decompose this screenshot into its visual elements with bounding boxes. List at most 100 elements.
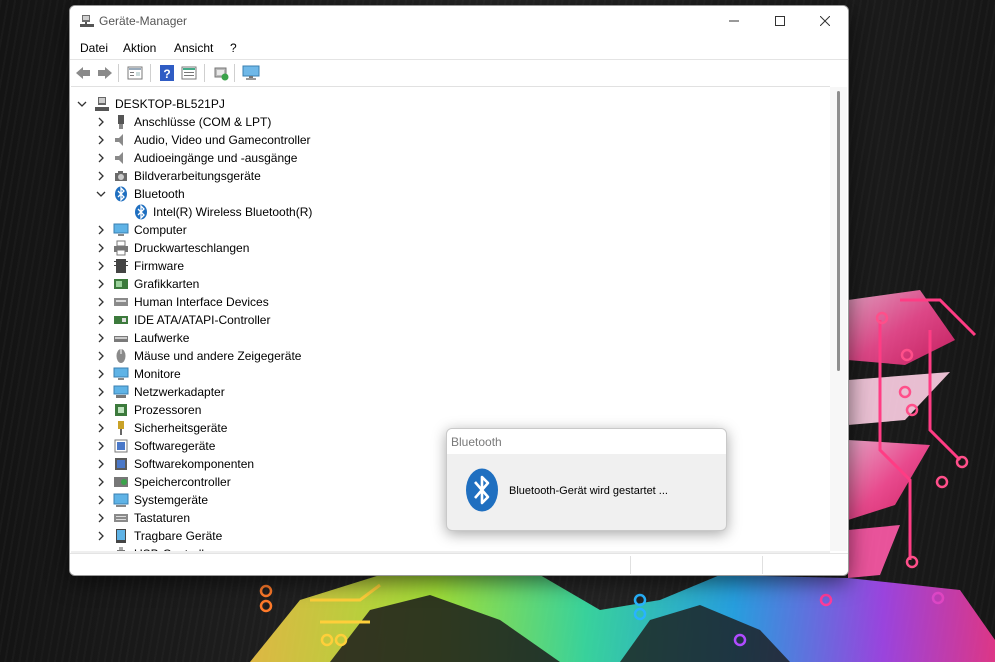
scan-hardware-button[interactable] [212,64,230,82]
tree-category-item[interactable]: Bluetooth [71,185,811,203]
tree-root-label: DESKTOP-BL521PJ [115,97,225,111]
tree-item-label: Computer [134,223,187,237]
properties-view-icon [127,66,143,80]
minimize-button[interactable] [711,6,757,36]
tree-item-label: Audioeingänge und -ausgänge [134,151,298,165]
monitor-icon [113,367,129,380]
forward-button[interactable] [96,64,114,82]
back-button[interactable] [74,64,92,82]
window-title: Geräte-Manager [99,14,188,28]
tree-category-item[interactable]: Human Interface Devices [71,293,811,311]
tree-category-item[interactable]: IDE ATA/ATAPI-Controller [71,311,811,329]
chevron-right-icon[interactable] [96,297,106,307]
tree-item-label: Netzwerkadapter [134,385,225,399]
chevron-right-icon[interactable] [96,225,106,235]
tree-category-item[interactable]: Grafikkarten [71,275,811,293]
firmware-icon [114,259,128,273]
processor-icon [115,404,127,416]
scrollbar-thumb[interactable] [837,91,840,371]
tree-category-item[interactable]: Anschlüsse (COM & LPT) [71,113,811,131]
chevron-right-icon[interactable] [96,495,106,505]
portable-device-icon [116,529,126,543]
vertical-scrollbar[interactable] [830,87,847,551]
tree-item-label: Grafikkarten [134,277,200,291]
chevron-right-icon[interactable] [96,513,106,523]
storage-controller-icon [114,477,128,487]
toolbar-separator [150,64,151,82]
chevron-right-icon[interactable] [96,531,106,541]
tree-category-item[interactable]: Netzwerkadapter [71,383,811,401]
tree-category-item[interactable]: Firmware [71,257,811,275]
keyboard-icon [114,514,128,522]
chevron-right-icon[interactable] [96,477,106,487]
tree-item-label: Speichercontroller [134,475,231,489]
chevron-right-icon[interactable] [96,117,106,127]
tree-item-label: Softwarekomponenten [134,457,255,471]
properties-view-button[interactable] [126,64,144,82]
chevron-right-icon[interactable] [96,315,106,325]
chevron-down-icon[interactable] [96,189,106,199]
software-component-icon [115,458,127,470]
tree-category-item[interactable]: Bildverarbeitungsgeräte [71,167,811,185]
tree-category-item[interactable]: Monitore [71,365,811,383]
notification-header: Bluetooth [447,429,726,454]
notification-title: Bluetooth [451,435,502,449]
tree-category-item[interactable]: Audio, Video und Gamecontroller [71,131,811,149]
close-button[interactable] [802,6,848,36]
bluetooth-icon [135,204,147,220]
help-icon: ? [160,65,174,81]
tree-category-item[interactable]: Mäuse und andere Zeigegeräte [71,347,811,365]
tree-root[interactable]: DESKTOP-BL521PJ [71,95,811,113]
help-button[interactable]: ? [158,64,176,82]
svg-text:?: ? [163,67,170,81]
maximize-icon [775,16,785,26]
chevron-right-icon[interactable] [96,333,106,343]
notification-message: Bluetooth-Gerät wird gestartet ... [509,485,668,497]
toolbar-separator [204,64,205,82]
tree-device-item[interactable]: Intel(R) Wireless Bluetooth(R) [71,203,811,221]
menu-datei[interactable]: Datei [76,39,112,57]
menu-ansicht[interactable]: Ansicht [170,39,217,57]
toolbar: ? [70,59,848,86]
tree-category-item[interactable]: Laufwerke [71,329,811,347]
tree-item-label: Human Interface Devices [134,295,269,309]
menu-aktion[interactable]: Aktion [119,39,160,57]
maximize-button[interactable] [757,6,803,36]
chevron-right-icon[interactable] [96,243,106,253]
chevron-right-icon[interactable] [96,423,106,433]
computer-icon [113,223,129,236]
tree-category-item[interactable]: Druckwarteschlangen [71,239,811,257]
chevron-right-icon[interactable] [96,279,106,289]
menu-help[interactable]: ? [226,39,241,57]
tree-item-label: Sicherheitsgeräte [134,421,228,435]
mouse-icon [116,349,126,363]
details-view-button[interactable] [180,64,198,82]
chevron-right-icon[interactable] [96,171,106,181]
tree-category-item[interactable]: Computer [71,221,811,239]
network-icon [113,385,129,398]
chevron-right-icon[interactable] [96,441,106,451]
tree-item-label: Firmware [134,259,184,273]
chevron-right-icon[interactable] [96,261,106,271]
display-adapter-icon [114,279,128,289]
title-bar[interactable]: Geräte-Manager [70,6,848,36]
tree-category-item[interactable]: Audioeingänge und -ausgänge [71,149,811,167]
details-view-icon [181,66,197,80]
toolbar-separator [118,64,119,82]
bluetooth-notification[interactable]: Bluetooth Bluetooth-Gerät wird gestartet… [446,428,727,531]
chevron-right-icon[interactable] [96,369,106,379]
chevron-right-icon[interactable] [96,351,106,361]
tree-item-label: Anschlüsse (COM & LPT) [134,115,272,129]
printer-icon [114,240,128,256]
minimize-icon [729,20,739,22]
chevron-right-icon[interactable] [96,405,106,415]
tree-category-item[interactable]: Prozessoren [71,401,811,419]
scan-hardware-icon [214,67,229,81]
drive-icon [114,336,128,342]
security-key-icon [118,421,124,435]
chevron-right-icon[interactable] [96,153,106,163]
monitor-button[interactable] [242,64,260,82]
chevron-right-icon[interactable] [96,135,106,145]
chevron-right-icon[interactable] [96,387,106,397]
chevron-right-icon[interactable] [96,459,106,469]
